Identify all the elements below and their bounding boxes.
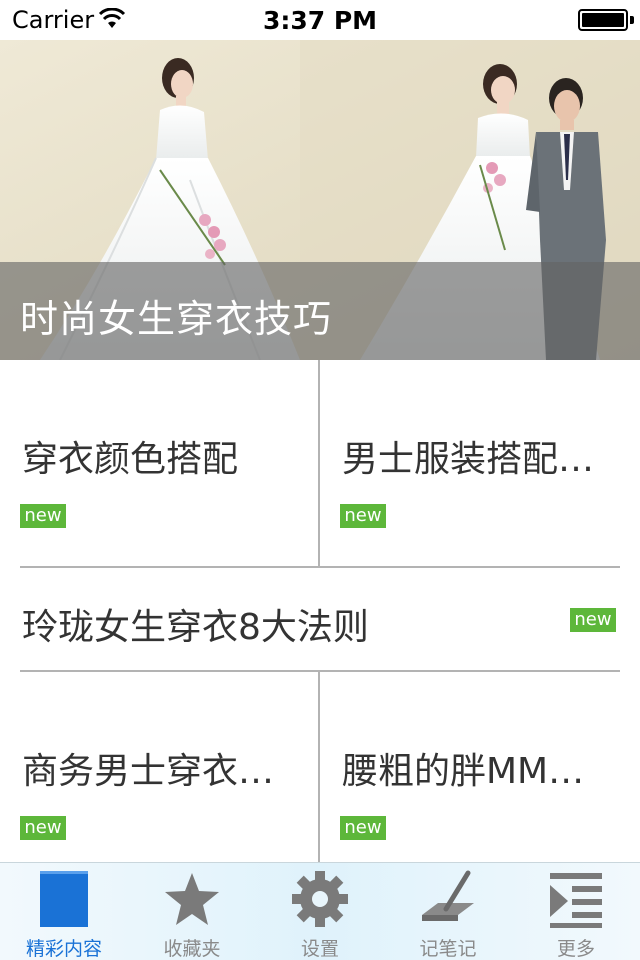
tab-label: 设置 xyxy=(300,938,339,960)
star-icon xyxy=(165,873,219,925)
hero-title: 时尚女生穿衣技巧 xyxy=(20,297,333,341)
article-card-color-matching[interactable]: 穿衣颜色搭配 new xyxy=(0,360,318,566)
tab-label: 记笔记 xyxy=(419,938,477,960)
hero-banner[interactable]: 时尚女生穿衣技巧 xyxy=(0,40,640,360)
status-bar: Carrier 3:37 PM xyxy=(0,0,640,40)
tab-favorites[interactable]: 收藏夹 xyxy=(128,863,256,960)
article-title: 商务男士穿衣… xyxy=(22,751,275,792)
tab-bar: 精彩内容 收藏夹 设置 记笔记 更多 xyxy=(0,862,640,960)
page-icon xyxy=(40,871,88,927)
new-badge: new xyxy=(340,504,386,528)
hero-caption: 时尚女生穿衣技巧 xyxy=(0,262,640,360)
article-title: 穿衣颜色搭配 xyxy=(22,439,239,480)
battery-cap xyxy=(630,16,634,24)
pen-icon xyxy=(422,870,474,921)
article-card-thick-waist[interactable]: 腰粗的胖MM… new xyxy=(320,672,640,862)
new-badge: new xyxy=(570,608,616,632)
tab-notes[interactable]: 记笔记 xyxy=(384,863,512,960)
tab-more[interactable]: 更多 xyxy=(512,863,640,960)
new-badge: new xyxy=(340,816,386,840)
tab-featured[interactable]: 精彩内容 xyxy=(0,863,128,960)
tab-label: 更多 xyxy=(556,938,595,960)
article-card-petite-rules[interactable]: 玲珑女生穿衣8大法则 new xyxy=(0,568,640,670)
new-badge: new xyxy=(20,816,66,840)
tab-settings[interactable]: 设置 xyxy=(256,863,384,960)
gear-icon xyxy=(292,871,348,927)
tab-label: 精彩内容 xyxy=(25,938,102,960)
article-card-business-men[interactable]: 商务男士穿衣… new xyxy=(0,672,318,862)
article-title: 腰粗的胖MM… xyxy=(342,751,585,792)
article-title: 男士服装搭配… xyxy=(342,439,595,480)
battery-icon xyxy=(578,9,628,31)
article-title: 玲珑女生穿衣8大法则 xyxy=(22,607,369,648)
tab-label: 收藏夹 xyxy=(163,938,221,960)
article-card-mens-clothing[interactable]: 男士服装搭配… new xyxy=(320,360,640,566)
clock: 3:37 PM xyxy=(262,6,378,35)
new-badge: new xyxy=(20,504,66,528)
more-list-icon xyxy=(550,873,602,928)
